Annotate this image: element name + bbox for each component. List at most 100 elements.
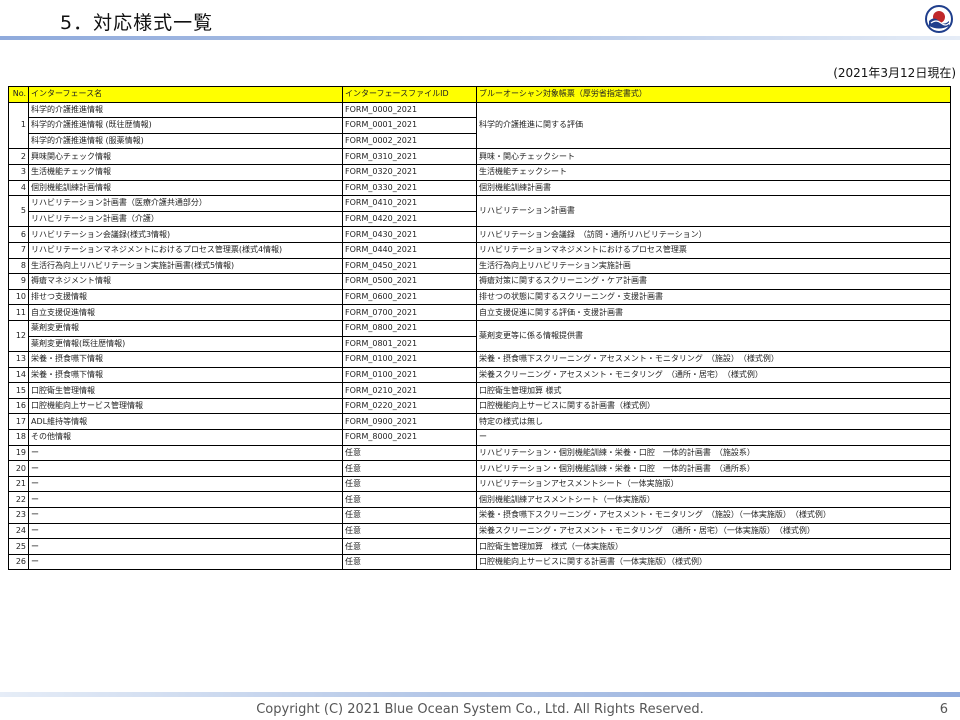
target-form-cell: 口腔衛生管理加算 様式 — [476, 382, 951, 399]
interface-name-cell: 口腔機能向上サービス管理情報 — [28, 397, 343, 415]
row-number: 16 — [8, 397, 29, 415]
file-id-cell: FORM_8000_2021 — [342, 429, 477, 446]
interface-name-cell: 科学的介護推進情報 — [28, 101, 343, 119]
interface-name-cell: リハビリテーションマネジメントにおけるプロセス管理票(様式4情報) — [28, 241, 343, 259]
form-table-wrapper: No. インターフェース名 インターフェースファイルID ブルーオーシャン対象帳… — [8, 86, 951, 571]
file-id-cell: 任意 — [342, 460, 477, 477]
file-id-cell: FORM_0801_2021 — [342, 335, 477, 353]
table-row: 20 ー任意 リハビリテーション・個別機能訓練・栄養・口腔 一体的計画書 （通所系） — [8, 460, 951, 477]
file-id-cell: FORM_0320_2021 — [342, 163, 477, 181]
table-row: 11 自立支援促進情報 FORM_0700_2021 自立支援促進に関する評価・支援計… — [8, 304, 951, 321]
table-body: 1 科学的介護推進情報 FORM_0000_2021 科学的介護推進に関する評価 科学的… — [8, 101, 951, 571]
row-number: 2 — [8, 148, 29, 165]
target-form-cell: 褥瘡対策に関するスクリーニング・ケア計画書 — [476, 273, 951, 290]
row-number: 23 — [8, 507, 29, 524]
table-row: 9 褥瘡マネジメント情報 FORM_0500_2021 褥瘡対策に関するスクリーニング… — [8, 273, 951, 290]
table-row: 1 科学的介護推進情報 FORM_0000_2021 科学的介護推進に関する評価 — [8, 101, 951, 150]
interface-name-cell: ADL維持等情報 — [28, 413, 343, 431]
row-number: 18 — [8, 429, 29, 446]
file-id-cell: 任意 — [342, 444, 477, 462]
row-number: 4 — [8, 179, 29, 197]
file-id-cell: FORM_0450_2021 — [342, 257, 477, 275]
table-row: 5 リハビリテーション計画書（医療介護共通部分） FORM_0410_2021 リハビ… — [8, 195, 951, 228]
table-row: 26 ー任意 口腔機能向上サービスに関する計画書（一体実施版）（様式例） — [8, 553, 951, 571]
form-table: No. インターフェース名 インターフェースファイルID ブルーオーシャン対象帳… — [8, 86, 951, 571]
file-id-cell: FORM_0800_2021 — [342, 319, 477, 337]
table-row: 24 ー任意 栄養スクリーニング・アセスメント・モニタリング （通所・居宅）（一体実… — [8, 522, 951, 540]
table-row: 6 リハビリテーション会議録(様式3情報) FORM_0430_2021 リハビリテー… — [8, 226, 951, 243]
file-id-cell: FORM_0420_2021 — [342, 210, 477, 228]
row-number: 8 — [8, 257, 29, 275]
file-id-cell: 任意 — [342, 522, 477, 540]
interface-name-cell: 生活機能チェック情報 — [28, 163, 343, 181]
file-id-cell: FORM_0410_2021 — [342, 195, 477, 212]
interface-name-cell: 褥瘡マネジメント情報 — [28, 273, 343, 290]
target-form-cell: 栄養・摂食嚥下スクリーニング・アセスメント・モニタリング （施設）（一体実施版）… — [476, 507, 951, 524]
interface-name-cell: 生活行為向上リハビリテーション実施計画書(様式5情報) — [28, 257, 343, 275]
file-id-cell: FORM_0430_2021 — [342, 226, 477, 243]
interface-name-cell: 栄養・摂食嚥下情報 — [28, 351, 343, 368]
table-row: 21 ー任意 リハビリテーションアセスメントシート（一体実施版） — [8, 475, 951, 493]
interface-name-cell: 科学的介護推進情報 (既往歴情報) — [28, 117, 343, 134]
table-row: 19 ー任意 リハビリテーション・個別機能訓練・栄養・口腔 一体的計画書 （施設系） — [8, 444, 951, 462]
row-number: 15 — [8, 382, 29, 399]
interface-name-cell: ー — [28, 553, 343, 571]
target-form-cell: リハビリテーション計画書 — [476, 195, 951, 228]
target-form-cell: リハビリテーション・個別機能訓練・栄養・口腔 一体的計画書 （施設系） — [476, 444, 951, 462]
interface-name-cell: 個別機能訓練計画情報 — [28, 179, 343, 197]
file-id-cell: 任意 — [342, 553, 477, 571]
table-row: 2 興味関心チェック情報 FORM_0310_2021 興味・関心チェックシート — [8, 148, 951, 165]
table-row: 13 栄養・摂食嚥下情報 FORM_0100_2021 栄養・摂食嚥下スクリーニング・… — [8, 351, 951, 368]
footer-divider — [0, 692, 960, 697]
file-id-cell: FORM_0500_2021 — [342, 273, 477, 290]
file-id-cell: FORM_0001_2021 — [342, 117, 477, 134]
date-note: (2021年3月12日現在) — [833, 66, 956, 80]
target-form-cell: 栄養・摂食嚥下スクリーニング・アセスメント・モニタリング （施設） （様式例） — [476, 351, 951, 368]
target-form-cell: リハビリテーション・個別機能訓練・栄養・口腔 一体的計画書 （通所系） — [476, 460, 951, 477]
file-id-cell: FORM_0210_2021 — [342, 382, 477, 399]
interface-name-cell: ー — [28, 444, 343, 462]
row-number: 11 — [8, 304, 29, 321]
file-id-cell: 任意 — [342, 491, 477, 509]
file-id-cell: FORM_0220_2021 — [342, 397, 477, 415]
target-form-cell: 栄養スクリーニング・アセスメント・モニタリング （通所・居宅） （様式例） — [476, 366, 951, 384]
row-number: 10 — [8, 288, 29, 306]
table-row: 8 生活行為向上リハビリテーション実施計画書(様式5情報) FORM_0450_20… — [8, 257, 951, 275]
table-row: 7 リハビリテーションマネジメントにおけるプロセス管理票(様式4情報) FORM_0… — [8, 241, 951, 259]
row-number: 5 — [8, 195, 29, 228]
row-number: 3 — [8, 163, 29, 181]
table-row: 25 ー任意 口腔衛生管理加算 様式（一体実施版） — [8, 538, 951, 555]
interface-name-cell: 自立支援促進情報 — [28, 304, 343, 321]
row-number: 9 — [8, 273, 29, 290]
target-form-cell: 口腔機能向上サービスに関する計画書（様式例） — [476, 397, 951, 415]
table-row: 18 その他情報 FORM_8000_2021 ー — [8, 429, 951, 446]
row-number: 17 — [8, 413, 29, 431]
table-row: 10 排せつ支援情報 FORM_0600_2021 排せつの状態に関するスクリーニング… — [8, 288, 951, 306]
target-form-cell: 生活機能チェックシート — [476, 163, 951, 181]
table-header-row: No. インターフェース名 インターフェースファイルID ブルーオーシャン対象帳… — [8, 86, 951, 103]
interface-name-cell: ー — [28, 507, 343, 524]
interface-name-cell: 栄養・摂食嚥下情報 — [28, 366, 343, 384]
interface-name-cell: ー — [28, 522, 343, 540]
target-form-cell: リハビリテーション会議録 （訪問・通所リハビリテーション） — [476, 226, 951, 243]
column-header-no: No. — [8, 86, 29, 103]
interface-name-cell: 興味関心チェック情報 — [28, 148, 343, 165]
row-number: 12 — [8, 319, 29, 353]
table-row: 3 生活機能チェック情報 FORM_0320_2021 生活機能チェックシート — [8, 163, 951, 181]
file-id-cell: FORM_0330_2021 — [342, 179, 477, 197]
file-id-cell: FORM_0900_2021 — [342, 413, 477, 431]
target-form-cell: 口腔機能向上サービスに関する計画書（一体実施版）（様式例） — [476, 553, 951, 571]
page-number: 6 — [939, 702, 948, 717]
column-header-file-id: インターフェースファイルID — [342, 86, 477, 103]
file-id-cell: FORM_0440_2021 — [342, 241, 477, 259]
target-form-cell: 特定の様式は無し — [476, 413, 951, 431]
file-id-cell: FORM_0002_2021 — [342, 132, 477, 150]
table-row: 22 ー任意 個別機能訓練アセスメントシート（一体実施版） — [8, 491, 951, 509]
file-id-cell: FORM_0700_2021 — [342, 304, 477, 321]
copyright-text: Copyright (C) 2021 Blue Ocean System Co.… — [256, 702, 704, 717]
row-number: 26 — [8, 553, 29, 571]
target-form-cell: 口腔衛生管理加算 様式（一体実施版） — [476, 538, 951, 555]
file-id-cell: 任意 — [342, 475, 477, 493]
file-id-cell: FORM_0100_2021 — [342, 366, 477, 384]
target-form-cell: リハビリテーションアセスメントシート（一体実施版） — [476, 475, 951, 493]
